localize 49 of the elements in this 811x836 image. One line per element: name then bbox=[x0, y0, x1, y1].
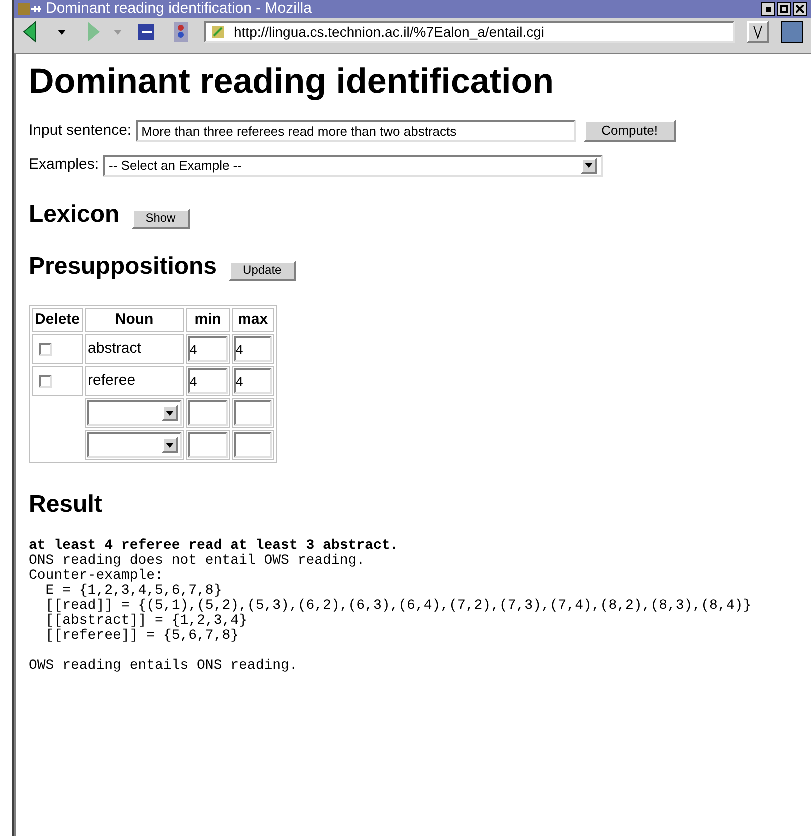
max-field[interactable] bbox=[234, 400, 272, 426]
table-cell: abstract bbox=[85, 334, 184, 364]
examples-dropdown[interactable]: -- Select an Example -- bbox=[103, 154, 604, 176]
noun-dropdown[interactable] bbox=[87, 400, 182, 426]
result-line: Counter-example: bbox=[29, 569, 164, 584]
delete-checkbox[interactable] bbox=[39, 342, 52, 356]
address-field[interactable]: http://lingua.cs.technion.ac.il/%7Ealon_a/entail.cgi bbox=[204, 21, 735, 43]
min-field[interactable]: 4 bbox=[188, 336, 228, 362]
result-line: [[abstract]] = {1,2,3,4} bbox=[44, 614, 248, 630]
caret-icon[interactable] bbox=[58, 30, 66, 34]
max-field[interactable]: 4 bbox=[234, 336, 272, 362]
input-label: Input sentence: bbox=[29, 120, 132, 141]
result-summary: at least 4 referee read at least 3 abstract. bbox=[29, 539, 399, 554]
table-cell: referee bbox=[85, 366, 184, 396]
result-line: E = {1,2,3,4,5,6,7,8} bbox=[44, 584, 222, 600]
column-header: Delete bbox=[32, 308, 84, 332]
result-line: [[referee]] = {5,6,7,8} bbox=[44, 629, 240, 644]
max-field[interactable]: 4 bbox=[234, 368, 272, 394]
minimize-icon[interactable] bbox=[761, 2, 775, 16]
app-icon bbox=[18, 2, 42, 16]
result-line: OWS reading entails ONS reading. bbox=[29, 659, 298, 674]
url-text: http://lingua.cs.technion.ac.il/%7Ealon_a/entail.cgi bbox=[234, 22, 545, 42]
page-icon bbox=[210, 24, 226, 40]
window-title: Dominant reading identification - Mozilla bbox=[46, 0, 312, 19]
delete-checkbox[interactable] bbox=[39, 374, 52, 388]
close-icon[interactable] bbox=[793, 2, 807, 16]
section-heading: Lexicon bbox=[29, 200, 120, 230]
show-button[interactable]: Show bbox=[132, 208, 190, 229]
page-heading: Dominant reading identification bbox=[29, 61, 556, 103]
min-field[interactable] bbox=[188, 432, 228, 458]
compute-button[interactable]: Compute! bbox=[584, 120, 676, 142]
section-heading: Result bbox=[29, 490, 104, 520]
result-line: ONS reading does not entail OWS reading. bbox=[29, 554, 366, 570]
noun-dropdown[interactable] bbox=[87, 432, 182, 458]
max-field[interactable] bbox=[234, 432, 272, 458]
min-field[interactable] bbox=[188, 400, 228, 426]
update-button[interactable]: Update bbox=[229, 260, 296, 281]
min-field[interactable]: 4 bbox=[188, 368, 228, 394]
sidebar-icon[interactable] bbox=[781, 21, 803, 43]
dropdown-value: -- Select an Example -- bbox=[109, 156, 243, 175]
result-line: [[read]] = {(5,1),(5,2),(5,3),(6,2),(6,3),(6,4),(7,2),(7,3),(7,4),(8,2),(8,3),(8,4)} bbox=[44, 599, 752, 614]
dropdown-icon[interactable] bbox=[747, 21, 769, 43]
section-heading: Presuppositions bbox=[29, 252, 218, 282]
maximize-icon[interactable] bbox=[777, 2, 791, 16]
column-header: max bbox=[232, 308, 274, 332]
column-header: Noun bbox=[85, 308, 184, 332]
examples-label: Examples: bbox=[29, 155, 100, 176]
column-header: min bbox=[186, 308, 230, 332]
sentence-input-field[interactable]: More than three referees read more than two abstracts bbox=[136, 120, 576, 142]
